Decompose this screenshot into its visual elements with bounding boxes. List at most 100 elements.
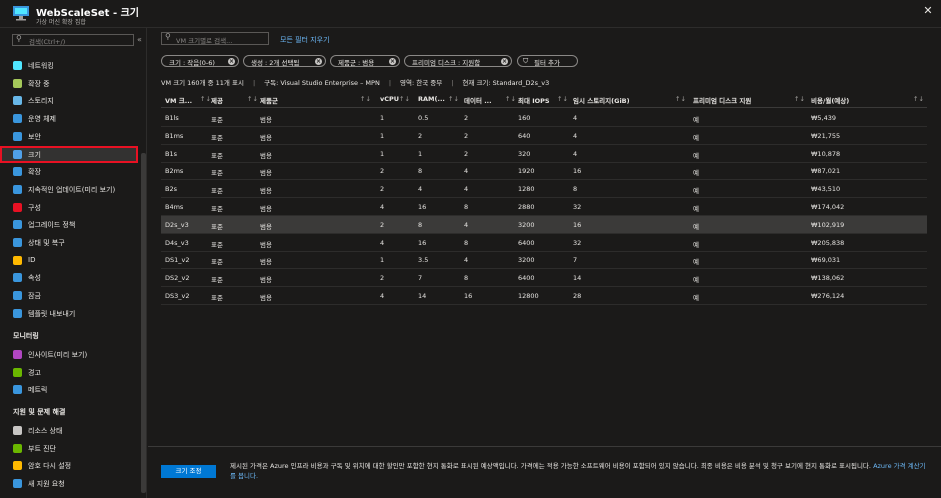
filter-pill-family[interactable]: 제품군 : 범용 × bbox=[330, 55, 400, 67]
sidebar-item[interactable]: 경고 bbox=[0, 364, 138, 381]
column-header[interactable]: VM 크... bbox=[165, 95, 192, 105]
table-row[interactable]: B4ms 표준 범용 4 16 8 2880 32 예 ₩174,042 bbox=[161, 198, 927, 216]
table-cell: 1 bbox=[380, 114, 385, 122]
sidebar-item[interactable]: 스토리지 bbox=[0, 92, 138, 109]
table-cell: 1 bbox=[418, 149, 423, 158]
table-cell: 14 bbox=[418, 292, 427, 300]
column-header[interactable]: 제품군 bbox=[260, 95, 278, 105]
remove-filter-icon[interactable]: × bbox=[228, 58, 235, 65]
table-cell: B2s bbox=[165, 185, 177, 194]
vm-size-search-placeholder: VM 크기별로 검색... bbox=[176, 37, 233, 45]
subscription-text: 구독: Visual Studio Enterprise – MPN bbox=[264, 79, 380, 87]
sidebar-item[interactable]: 상태 및 복구 bbox=[0, 234, 138, 251]
column-header[interactable]: 제공 bbox=[211, 95, 223, 105]
filter-pill-size[interactable]: 크기 : 작음(0-6) × bbox=[161, 55, 239, 67]
size-icon bbox=[13, 150, 22, 159]
column-header[interactable]: 최대 IOPS bbox=[518, 95, 550, 105]
sidebar-item[interactable]: 잠금 bbox=[0, 287, 138, 304]
table-row[interactable]: B1s 표준 범용 1 1 2 320 4 예 ₩10,878 bbox=[161, 145, 927, 163]
resize-button[interactable]: 크기 조정 bbox=[161, 465, 216, 478]
table-cell: 1 bbox=[380, 131, 385, 140]
table-row[interactable]: D2s_v3 표준 범용 2 8 4 3200 16 예 ₩102,919 bbox=[161, 215, 927, 234]
table-cell: 범용 bbox=[260, 169, 272, 178]
table-cell: 범용 bbox=[260, 294, 272, 302]
sidebar-item[interactable]: 속성 bbox=[0, 269, 138, 286]
sidebar-item[interactable]: 확장 bbox=[0, 163, 138, 180]
add-filter-button[interactable]: ⛉ 필터 추가 bbox=[517, 55, 578, 67]
sidebar-item[interactable]: 리소스 상태 bbox=[0, 422, 138, 439]
filter-pill-generation[interactable]: 생성 : 2개 선택됨 × bbox=[243, 55, 326, 67]
table-cell: 4 bbox=[573, 149, 578, 158]
collapse-sidebar-icon[interactable]: « bbox=[137, 35, 142, 44]
sidebar-item-label: 부트 진단 bbox=[28, 445, 56, 453]
column-header[interactable]: RAM(... bbox=[418, 95, 445, 103]
table-row[interactable]: B2ms 표준 범용 2 8 4 1920 16 예 ₩87,021 bbox=[161, 162, 927, 181]
sort-icon[interactable]: ↑↓ bbox=[247, 95, 258, 103]
table-cell: 14 bbox=[573, 274, 582, 283]
sidebar-item[interactable]: 인사이트(미리 보기) bbox=[0, 346, 138, 363]
sidebar-item[interactable]: 운영 체제 bbox=[0, 110, 138, 127]
table-row[interactable]: D4s_v3 표준 범용 4 16 8 6400 32 예 ₩205,838 bbox=[161, 234, 927, 252]
column-header[interactable]: 임시 스토리지(GiB) bbox=[573, 95, 630, 105]
remove-filter-icon[interactable]: × bbox=[501, 58, 508, 65]
table-row[interactable]: B2s 표준 범용 2 4 4 1280 8 예 ₩43,510 bbox=[161, 180, 927, 199]
table-cell: ₩5,439 bbox=[811, 114, 837, 122]
sort-icon[interactable]: ↑↓ bbox=[505, 95, 516, 103]
table-row[interactable]: B1ms 표준 범용 1 2 2 640 4 예 ₩21,755 bbox=[161, 127, 927, 145]
sidebar-item[interactable]: 구성 bbox=[0, 199, 138, 216]
sidebar-item[interactable]: ID bbox=[0, 252, 138, 269]
sidebar-item[interactable]: 메트릭 bbox=[0, 381, 138, 398]
storage-icon bbox=[13, 96, 22, 105]
remove-filter-icon[interactable]: × bbox=[389, 58, 396, 65]
table-cell: 6400 bbox=[518, 238, 535, 247]
sidebar-item[interactable]: 지속적인 업데이트(미리 보기) bbox=[0, 181, 138, 198]
vm-scale-set-icon bbox=[13, 6, 29, 21]
remove-filter-icon[interactable]: × bbox=[315, 58, 322, 65]
filter-pill-premium-disk[interactable]: 프리미엄 디스크 : 지원함 × bbox=[404, 55, 512, 67]
clear-all-filters-link[interactable]: 모든 필터 지우기 bbox=[280, 35, 330, 45]
table-row[interactable]: DS1_v2 표준 범용 1 3.5 4 3200 7 예 ₩69,031 bbox=[161, 251, 927, 270]
sidebar-item[interactable]: 확장 중 bbox=[0, 75, 138, 92]
table-cell: ₩87,021 bbox=[811, 167, 841, 176]
table-cell: 6400 bbox=[518, 274, 535, 283]
table-cell: 4 bbox=[418, 185, 423, 194]
table-cell: 표준 bbox=[211, 169, 223, 178]
column-header[interactable]: vCPU bbox=[380, 95, 399, 103]
vm-size-search-input[interactable]: ⚲ VM 크기별로 검색... bbox=[161, 32, 269, 45]
table-cell: 32 bbox=[573, 203, 582, 211]
sort-icon[interactable]: ↑↓ bbox=[557, 95, 568, 103]
table-cell: 표준 bbox=[211, 151, 223, 160]
sidebar-item[interactable]: 보안 bbox=[0, 128, 138, 145]
sort-icon[interactable]: ↑↓ bbox=[200, 95, 211, 103]
sidebar-item[interactable]: 업그레이드 정책 bbox=[0, 216, 138, 233]
sidebar-search-input[interactable]: ⚲ 검색(Ctrl+/) bbox=[12, 34, 134, 46]
sort-icon[interactable]: ↑↓ bbox=[794, 95, 805, 103]
table-cell: ₩43,510 bbox=[811, 185, 841, 194]
sidebar-item[interactable]: 네트워킹 bbox=[0, 57, 138, 74]
sidebar-item[interactable]: 템플릿 내보내기 bbox=[0, 305, 138, 322]
sort-icon[interactable]: ↑↓ bbox=[913, 95, 924, 103]
sidebar-item[interactable]: 부트 진단 bbox=[0, 440, 138, 457]
scaling-icon bbox=[13, 79, 22, 88]
sort-icon[interactable]: ↑↓ bbox=[675, 95, 686, 103]
column-header[interactable]: 비용/월(예상) bbox=[811, 95, 849, 105]
column-header[interactable]: 데이터 ... bbox=[464, 95, 492, 105]
table-cell: 예 bbox=[693, 187, 699, 196]
table-row[interactable]: DS3_v2 표준 범용 4 14 16 12800 28 예 ₩276,124 bbox=[161, 287, 927, 305]
table-row[interactable]: DS2_v2 표준 범용 2 7 8 6400 14 예 ₩138,062 bbox=[161, 269, 927, 288]
sidebar-scrollbar[interactable] bbox=[141, 153, 146, 493]
sort-icon[interactable]: ↑↓ bbox=[399, 95, 410, 103]
close-button[interactable]: ✕ bbox=[921, 4, 935, 18]
sidebar-item[interactable]: 크기 bbox=[0, 146, 138, 163]
table-cell: 4 bbox=[380, 203, 385, 211]
sidebar-item[interactable]: 새 지원 요청 bbox=[0, 475, 138, 492]
main-content: ⚲ VM 크기별로 검색... 모든 필터 지우기 크기 : 작음(0-6) ×… bbox=[148, 28, 941, 498]
table-cell: 4 bbox=[573, 131, 578, 140]
table-cell: 범용 bbox=[260, 240, 272, 249]
sidebar-item[interactable]: 암호 다시 설정 bbox=[0, 457, 138, 474]
column-header[interactable]: 프리미엄 디스크 지원 bbox=[693, 95, 751, 105]
sort-icon[interactable]: ↑↓ bbox=[448, 95, 459, 103]
table-cell: B2ms bbox=[165, 167, 184, 176]
table-row[interactable]: B1ls 표준 범용 1 0.5 2 160 4 예 ₩5,439 bbox=[161, 109, 927, 127]
sort-icon[interactable]: ↑↓ bbox=[360, 95, 371, 103]
